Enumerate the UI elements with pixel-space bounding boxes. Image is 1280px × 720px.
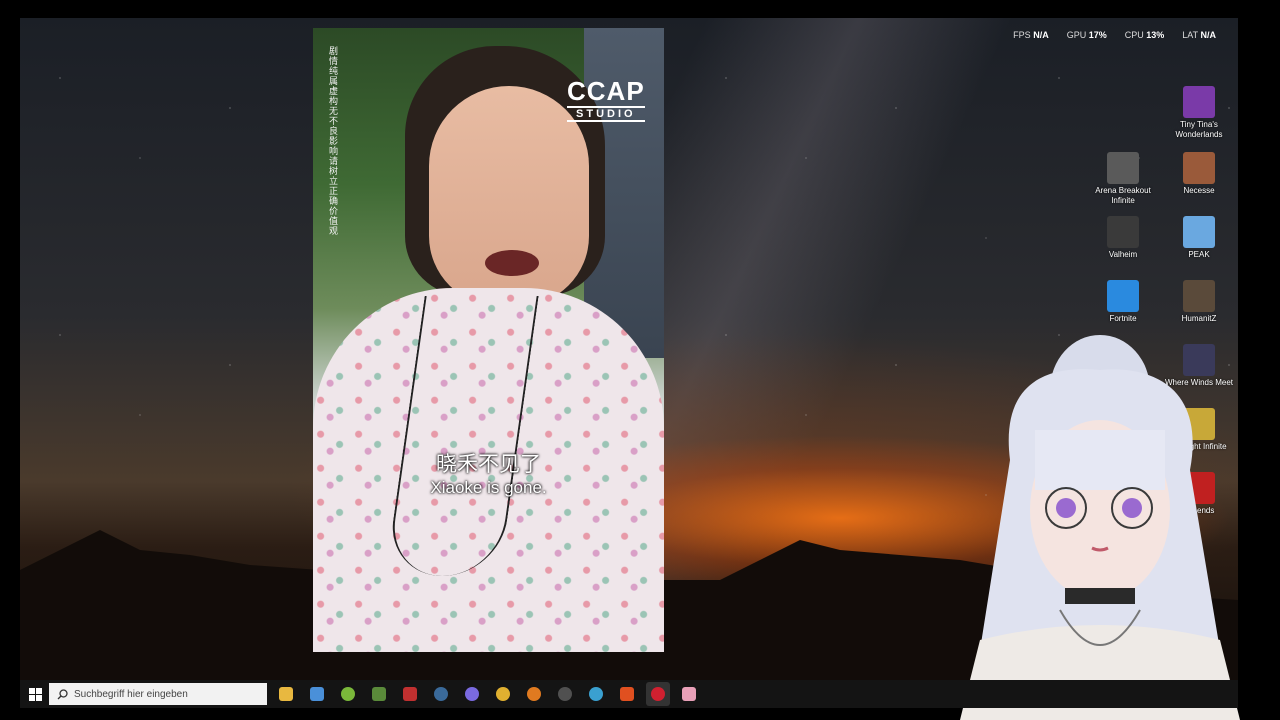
desktop-icon-necesse[interactable]: Necesse — [1163, 152, 1235, 196]
search-placeholder: Suchbegriff hier eingeben — [74, 688, 188, 700]
video-player[interactable]: 剧情纯属虚构 无不良影响 请树立正确价值观 CCAP STUDIO 晓禾不见了 … — [313, 28, 664, 652]
brave-icon — [620, 687, 634, 701]
tiny-tinas-wonderlands-icon — [1183, 86, 1215, 118]
stat-gpu: GPU 17% — [1066, 30, 1107, 40]
desktop-icon-label: Valheim — [1108, 250, 1138, 259]
taskbar-app-green[interactable] — [336, 682, 360, 706]
app-pink-icon — [682, 687, 696, 701]
humanitz-icon — [1183, 280, 1215, 312]
taskbar-app-red[interactable] — [398, 682, 422, 706]
firefox-icon — [527, 687, 541, 701]
desktop-icon-label: Tiny Tina's Wonderlands — [1175, 120, 1223, 139]
folder-icon — [279, 687, 293, 701]
windows-logo-icon — [28, 687, 42, 701]
chrome-icon — [496, 687, 510, 701]
taskbar-app-brave[interactable] — [615, 682, 639, 706]
necesse-icon — [1183, 152, 1215, 184]
video-disclaimer-text: 剧情纯属虚构 无不良影响 请树立正确价值观 — [329, 46, 339, 236]
taskbar-app-firefox[interactable] — [522, 682, 546, 706]
studio-logo: CCAP STUDIO — [567, 78, 645, 122]
performance-overlay: FPS N/A GPU 17% CPU 13% LAT N/A — [1013, 30, 1216, 40]
desktop-icon-peak[interactable]: PEAK — [1163, 216, 1235, 260]
subtitle-english: Xiaoke is gone. — [430, 478, 547, 497]
app-red-icon — [403, 687, 417, 701]
steam-icon — [434, 687, 448, 701]
obs-icon — [558, 687, 572, 701]
vtuber-avatar — [960, 335, 1240, 720]
taskbar-app-blue[interactable] — [584, 682, 608, 706]
taskbar-app-discord[interactable] — [460, 682, 484, 706]
start-button[interactable] — [24, 683, 46, 705]
fortnite-icon — [1107, 280, 1139, 312]
taskbar-app-steam[interactable] — [429, 682, 453, 706]
desktop-icon-label: Necesse — [1183, 186, 1215, 195]
logo-top-text: CCAP — [567, 76, 645, 106]
peak-icon — [1183, 216, 1215, 248]
taskbar-app-minecraft[interactable] — [367, 682, 391, 706]
taskbar-app-obs[interactable] — [553, 682, 577, 706]
discord-icon — [465, 687, 479, 701]
desktop-icon-humanitz[interactable]: HumanitZ — [1163, 280, 1235, 324]
desktop-icon-arena-breakout[interactable]: Arena Breakout Infinite — [1087, 152, 1159, 206]
desktop-icon-label: Arena Breakout Infinite — [1095, 186, 1151, 205]
stat-cpu: CPU 13% — [1124, 30, 1165, 40]
taskbar-app-pink[interactable] — [677, 682, 701, 706]
video-person-mouth — [485, 250, 539, 276]
opera-icon — [651, 687, 665, 701]
stat-lat: LAT N/A — [1182, 30, 1216, 40]
valheim-icon — [1107, 216, 1139, 248]
taskbar-app-store[interactable] — [305, 682, 329, 706]
arena-breakout-icon — [1107, 152, 1139, 184]
subtitle-chinese: 晓禾不见了 — [436, 453, 541, 476]
taskbar-app-file-explorer[interactable] — [274, 682, 298, 706]
desktop-icon-valheim[interactable]: Valheim — [1087, 216, 1159, 260]
desktop-icon-label: PEAK — [1188, 250, 1210, 259]
store-icon — [310, 687, 324, 701]
search-icon — [57, 688, 68, 699]
desktop-icon-fortnite[interactable]: Fortnite — [1087, 280, 1159, 324]
app-blue-icon — [589, 687, 603, 701]
app-green-icon — [341, 687, 355, 701]
desktop-icon-tiny-tinas-wonderlands[interactable]: Tiny Tina's Wonderlands — [1163, 86, 1235, 140]
taskbar-app-opera[interactable] — [646, 682, 670, 706]
windows-taskbar: Suchbegriff hier eingeben — [20, 680, 1238, 708]
taskbar-app-chrome[interactable] — [491, 682, 515, 706]
taskbar-search-box[interactable]: Suchbegriff hier eingeben — [49, 683, 267, 705]
logo-bottom-text: STUDIO — [567, 106, 645, 122]
minecraft-icon — [372, 687, 386, 701]
stat-fps: FPS N/A — [1013, 30, 1049, 40]
